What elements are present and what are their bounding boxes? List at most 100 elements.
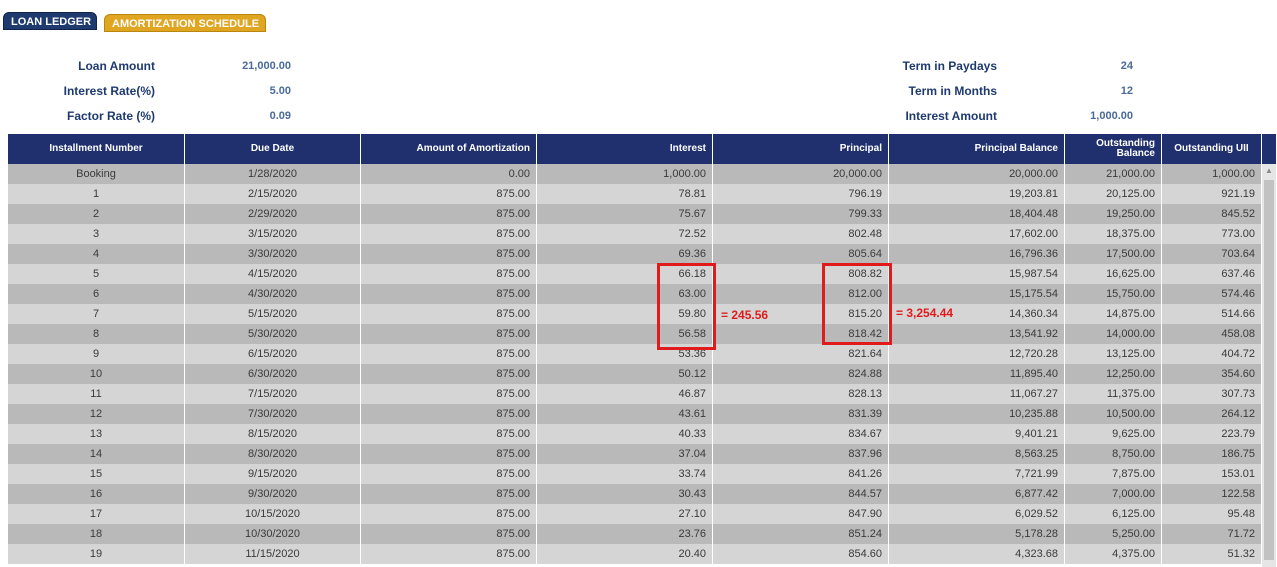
tab-amortization-schedule[interactable]: AMORTIZATION SCHEDULE: [104, 14, 266, 32]
cell-amount-of-amortization: 875.00: [361, 204, 537, 224]
interest-rate-value: 5.00: [269, 85, 291, 97]
scrollbar-thumb[interactable]: [1264, 180, 1274, 560]
cell-principal: 828.13: [713, 384, 889, 404]
table-row[interactable]: 6 4/30/2020 875.00 63.00 812.00 15,175.54 15,7…: [8, 284, 1262, 304]
cell-outstanding-uii: 458.08: [1162, 324, 1262, 344]
cell-principal: 837.96: [713, 444, 889, 464]
cell-principal-balance: 20,000.00: [889, 164, 1065, 184]
cell-principal-balance: 5,178.28: [889, 524, 1065, 544]
table-row[interactable]: 19 11/15/2020 875.00 20.40 854.60 4,323.68 4,3…: [8, 544, 1262, 564]
cell-amount-of-amortization: 875.00: [361, 264, 537, 284]
cell-outstanding-uii: 637.46: [1162, 264, 1262, 284]
cell-outstanding-balance: 18,375.00: [1065, 224, 1162, 244]
cell-principal: 831.39: [713, 404, 889, 424]
table-row[interactable]: 17 10/15/2020 875.00 27.10 847.90 6,029.52 6,1…: [8, 504, 1262, 524]
cell-interest: 33.74: [537, 464, 713, 484]
table-row[interactable]: Booking 1/28/2020 0.00 1,000.00 20,000.00 20,…: [8, 164, 1262, 184]
table-row[interactable]: 10 6/30/2020 875.00 50.12 824.88 11,895.40 12,…: [8, 364, 1262, 384]
table-body: Booking 1/28/2020 0.00 1,000.00 20,000.00 20,…: [8, 164, 1262, 564]
cell-outstanding-balance: 15,750.00: [1065, 284, 1162, 304]
cell-principal-balance: 15,175.54: [889, 284, 1065, 304]
cell-outstanding-balance: 20,125.00: [1065, 184, 1162, 204]
table-row[interactable]: 2 2/29/2020 875.00 75.67 799.33 18,404.48 19,2…: [8, 204, 1262, 224]
table-row[interactable]: 12 7/30/2020 875.00 43.61 831.39 10,235.88 10,…: [8, 404, 1262, 424]
cell-amount-of-amortization: 875.00: [361, 424, 537, 444]
cell-principal: 20,000.00: [713, 164, 889, 184]
cell-outstanding-uii: 845.52: [1162, 204, 1262, 224]
table-row[interactable]: 3 3/15/2020 875.00 72.52 802.48 17,602.00 18,3…: [8, 224, 1262, 244]
cell-outstanding-balance: 6,125.00: [1065, 504, 1162, 524]
cell-principal-balance: 11,895.40: [889, 364, 1065, 384]
table-row[interactable]: 5 4/15/2020 875.00 66.18 808.82 15,987.54 16,6…: [8, 264, 1262, 284]
cell-outstanding-uii: 264.12: [1162, 404, 1262, 424]
cell-installment-number: 16: [8, 484, 185, 504]
cell-principal-balance: 15,987.54: [889, 264, 1065, 284]
cell-outstanding-balance: 10,500.00: [1065, 404, 1162, 424]
cell-interest: 1,000.00: [537, 164, 713, 184]
table-header: Installment Number Due Date Amount of Am…: [8, 134, 1276, 164]
cell-due-date: 5/30/2020: [185, 324, 361, 344]
scroll-up-arrow-icon[interactable]: ▲: [1262, 164, 1276, 178]
cell-amount-of-amortization: 875.00: [361, 244, 537, 264]
cell-outstanding-uii: 404.72: [1162, 344, 1262, 364]
cell-amount-of-amortization: 875.00: [361, 464, 537, 484]
cell-outstanding-balance: 17,500.00: [1065, 244, 1162, 264]
cell-outstanding-balance: 19,250.00: [1065, 204, 1162, 224]
table-row[interactable]: 7 5/15/2020 875.00 59.80 815.20 14,360.34 14,8…: [8, 304, 1262, 324]
cell-amount-of-amortization: 875.00: [361, 524, 537, 544]
cell-amount-of-amortization: 875.00: [361, 384, 537, 404]
cell-interest: 40.33: [537, 424, 713, 444]
table-row[interactable]: 1 2/15/2020 875.00 78.81 796.19 19,203.81 20,1…: [8, 184, 1262, 204]
cell-due-date: 8/30/2020: [185, 444, 361, 464]
cell-outstanding-uii: 153.01: [1162, 464, 1262, 484]
cell-due-date: 3/30/2020: [185, 244, 361, 264]
cell-outstanding-balance: 11,375.00: [1065, 384, 1162, 404]
interest-amount-label: Interest Amount: [905, 109, 997, 123]
table-row[interactable]: 8 5/30/2020 875.00 56.58 818.42 13,541.92 14,0…: [8, 324, 1262, 344]
principal-highlight-box: [822, 263, 892, 345]
principal-sum-annotation: = 3,254.44: [896, 306, 954, 320]
header-outstanding-uii: Outstanding UII: [1162, 134, 1262, 164]
term-paydays-value: 24: [1120, 60, 1133, 72]
cell-due-date: 11/15/2020: [185, 544, 361, 564]
cell-principal-balance: 7,721.99: [889, 464, 1065, 484]
table-row[interactable]: 11 7/15/2020 875.00 46.87 828.13 11,067.27 11,…: [8, 384, 1262, 404]
interest-highlight-box: [657, 263, 716, 350]
table-row[interactable]: 9 6/15/2020 875.00 53.36 821.64 12,720.28 13,1…: [8, 344, 1262, 364]
cell-installment-number: 19: [8, 544, 185, 564]
interest-rate-label: Interest Rate(%): [63, 84, 155, 98]
cell-principal-balance: 11,067.27: [889, 384, 1065, 404]
table-row[interactable]: 16 9/30/2020 875.00 30.43 844.57 6,877.42 7,00…: [8, 484, 1262, 504]
cell-principal-balance: 13,541.92: [889, 324, 1065, 344]
header-interest: Interest: [537, 134, 713, 164]
vertical-scrollbar[interactable]: ▲: [1262, 164, 1276, 567]
cell-principal-balance: 8,563.25: [889, 444, 1065, 464]
cell-outstanding-balance: 7,000.00: [1065, 484, 1162, 504]
cell-outstanding-balance: 4,375.00: [1065, 544, 1162, 564]
cell-outstanding-balance: 9,625.00: [1065, 424, 1162, 444]
loan-amount-label: Loan Amount: [78, 59, 155, 73]
cell-principal-balance: 4,323.68: [889, 544, 1065, 564]
cell-due-date: 5/15/2020: [185, 304, 361, 324]
cell-installment-number: 6: [8, 284, 185, 304]
cell-installment-number: 2: [8, 204, 185, 224]
cell-interest: 37.04: [537, 444, 713, 464]
table-row[interactable]: 15 9/15/2020 875.00 33.74 841.26 7,721.99 7,87…: [8, 464, 1262, 484]
table-row[interactable]: 4 3/30/2020 875.00 69.36 805.64 16,796.36 17,5…: [8, 244, 1262, 264]
cell-outstanding-uii: 1,000.00: [1162, 164, 1262, 184]
cell-principal: 796.19: [713, 184, 889, 204]
cell-outstanding-balance: 13,125.00: [1065, 344, 1162, 364]
table-row[interactable]: 13 8/15/2020 875.00 40.33 834.67 9,401.21 9,62…: [8, 424, 1262, 444]
cell-installment-number: 13: [8, 424, 185, 444]
cell-installment-number: 11: [8, 384, 185, 404]
loan-amount-value: 21,000.00: [242, 60, 291, 72]
table-row[interactable]: 18 10/30/2020 875.00 23.76 851.24 5,178.28 5,2…: [8, 524, 1262, 544]
cell-principal-balance: 16,796.36: [889, 244, 1065, 264]
cell-due-date: 2/29/2020: [185, 204, 361, 224]
cell-due-date: 7/15/2020: [185, 384, 361, 404]
tab-loan-ledger[interactable]: LOAN LEDGER: [3, 12, 97, 30]
term-paydays-label: Term in Paydays: [902, 59, 998, 73]
cell-installment-number: Booking: [8, 164, 185, 184]
cell-due-date: 7/30/2020: [185, 404, 361, 424]
table-row[interactable]: 14 8/30/2020 875.00 37.04 837.96 8,563.25 8,75…: [8, 444, 1262, 464]
